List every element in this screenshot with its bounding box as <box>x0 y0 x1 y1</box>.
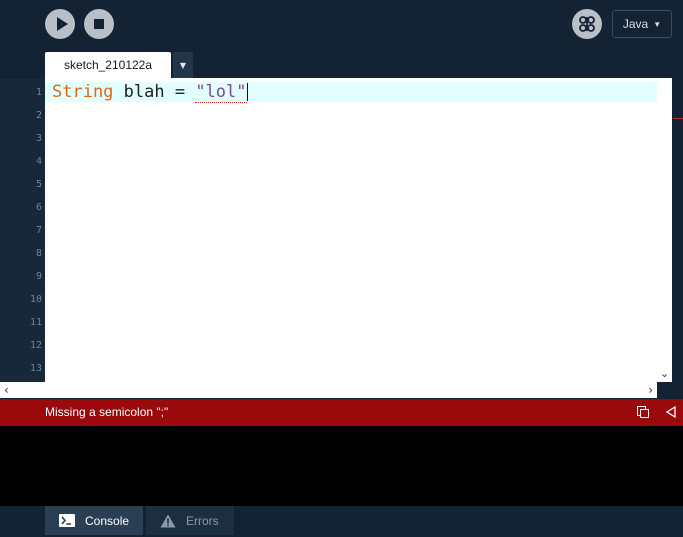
tab-console-label: Console <box>85 513 130 528</box>
line-number: 13 <box>29 363 42 374</box>
line-number: 6 <box>35 202 42 213</box>
line-number: 3 <box>35 133 42 144</box>
horizontal-scrollbar[interactable]: ‹ › <box>0 382 657 398</box>
error-message: Missing a semicolon ";" <box>45 405 169 419</box>
warning-icon <box>160 514 176 527</box>
copy-icon[interactable] <box>636 405 650 419</box>
code-editor[interactable]: String blah = "lol" <box>45 78 657 382</box>
type-keyword: String <box>52 82 114 102</box>
play-icon <box>57 17 68 31</box>
terminal-icon <box>59 514 75 527</box>
chevron-left-icon[interactable]: ‹ <box>4 382 9 398</box>
chevron-right-icon[interactable]: › <box>648 382 653 398</box>
console-output[interactable] <box>0 426 683 506</box>
line-number: 2 <box>35 110 42 121</box>
tab-menu-button[interactable]: ▼ <box>173 52 193 78</box>
stop-icon <box>94 19 104 29</box>
tab-sketch[interactable]: sketch_210122a <box>45 52 171 78</box>
mode-selector[interactable]: Java ▼ <box>612 10 672 38</box>
code-line-1[interactable]: String blah = "lol" <box>52 82 248 103</box>
chevron-down-icon[interactable]: ⌄ <box>657 367 672 380</box>
line-number: 12 <box>29 340 42 351</box>
code-text: blah = <box>113 82 196 102</box>
line-number: 9 <box>35 271 42 282</box>
tab-errors-label: Errors <box>186 513 219 528</box>
tab-label: sketch_210122a <box>63 58 153 72</box>
line-number: 8 <box>35 248 42 259</box>
line-number: 10 <box>29 294 42 305</box>
bottom-tab-bar: Console Errors <box>0 506 683 537</box>
collapse-icon[interactable] <box>665 405 677 419</box>
error-marker[interactable] <box>673 118 683 119</box>
line-number: 4 <box>35 156 42 167</box>
debug-button[interactable] <box>572 9 602 39</box>
line-number: 11 <box>29 317 42 328</box>
line-number: 1 <box>35 87 42 98</box>
run-button[interactable] <box>45 9 75 39</box>
string-literal: "lol" <box>195 82 247 103</box>
mode-label: Java <box>622 17 649 31</box>
butterfly-icon <box>579 16 595 32</box>
scrollbar-corner <box>657 382 683 398</box>
tab-errors[interactable]: Errors <box>146 506 234 535</box>
stop-button[interactable] <box>84 9 114 39</box>
toolbar: Java ▼ <box>0 0 683 52</box>
chevron-down-icon: ▼ <box>179 60 187 70</box>
text-cursor <box>246 83 248 101</box>
line-number-gutter: 1 2 3 4 5 6 7 8 9 10 11 12 13 <box>0 78 45 382</box>
chevron-down-icon: ▼ <box>653 19 662 29</box>
tab-console[interactable]: Console <box>45 506 143 535</box>
vertical-scrollbar[interactable]: ⌄ <box>657 78 672 382</box>
error-status-bar: Missing a semicolon ";" <box>0 399 683 426</box>
line-number: 5 <box>35 179 42 190</box>
line-number: 7 <box>35 225 42 236</box>
